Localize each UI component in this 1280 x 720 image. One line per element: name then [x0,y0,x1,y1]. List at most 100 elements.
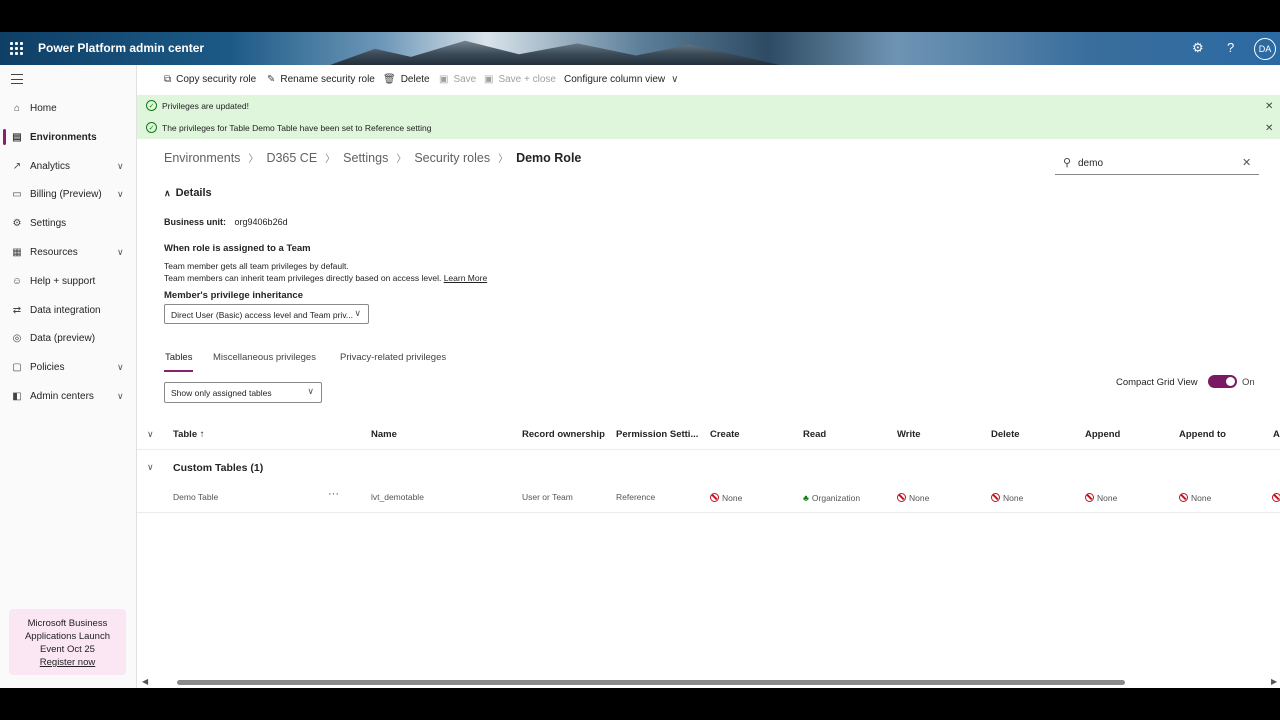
cell-delete[interactable]: None [991,493,1023,503]
breadcrumb-security-roles[interactable]: Security roles [414,151,490,165]
chevron-down-icon: ∨ [117,390,124,401]
cell-assign[interactable] [1272,493,1280,503]
search-input[interactable]: ⚲ demo ✕ [1055,153,1259,175]
save-button[interactable]: ▣ Save [439,74,476,85]
chevron-right-icon: 〉 [325,154,336,165]
chevron-up-icon: ∧ [164,188,171,198]
breadcrumb-environment[interactable]: D365 CE [266,151,317,165]
avatar[interactable]: DA [1254,38,1276,60]
sidebar-item-help-support[interactable]: ☺ Help + support [0,268,137,294]
cell-append[interactable]: None [1085,493,1117,503]
column-header-permission-settings[interactable]: Permission Setti... [616,429,698,440]
chevron-right-icon: 〉 [396,154,407,165]
column-header-name[interactable]: Name [371,429,397,440]
notification-banner: ✓ Privileges are updated! ✕ [137,95,1280,117]
cell-write[interactable]: None [897,493,929,503]
privilege-inheritance-dropdown[interactable]: Direct User (Basic) access level and Tea… [164,304,369,324]
clear-search-icon[interactable]: ✕ [1242,156,1251,169]
cell-read[interactable]: ♣ Organization [803,493,860,503]
button-label: Rename security role [280,74,375,85]
breadcrumb-settings[interactable]: Settings [343,151,388,165]
cell-create[interactable]: None [710,493,742,503]
tab-tables[interactable]: Tables [165,352,192,363]
scrollbar-thumb[interactable] [177,680,1125,685]
column-header-assign[interactable]: As [1273,429,1280,440]
save-close-button[interactable]: ▣ Save + close [484,74,556,85]
team-assignment-heading: When role is assigned to a Team [164,243,311,254]
cell-table[interactable]: Demo Table [173,492,218,502]
configure-column-view-button[interactable]: Configure column view ∨ [564,74,684,85]
gear-icon[interactable]: ⚙ [1192,40,1204,56]
chevron-down-icon: ∨ [307,386,314,396]
tab-miscellaneous-privileges[interactable]: Miscellaneous privileges [213,352,316,363]
hamburger-menu-icon[interactable] [11,74,23,84]
column-header-delete[interactable]: Delete [991,429,1020,440]
compact-grid-toggle[interactable] [1208,375,1237,388]
notification-banner: ✓ The privileges for Table Demo Table ha… [137,117,1280,139]
none-icon [1085,493,1094,502]
table-filter-dropdown[interactable]: Show only assigned tables ∨ [164,382,322,403]
chevron-down-icon[interactable]: ∨ [147,462,154,473]
privilege-level: None [722,493,743,503]
details-toggle[interactable]: ∧ Details [164,187,212,199]
sidebar-item-policies[interactable]: ▢ Policies ∨ [0,354,137,380]
sidebar-item-billing[interactable]: ▭ Billing (Preview) ∨ [0,181,137,207]
cell-record-ownership: User or Team [522,492,573,502]
home-icon: ⌂ [13,102,21,114]
toggle-state-text: On [1242,377,1255,388]
scroll-right-icon[interactable]: ▶ [1271,677,1277,686]
sidebar-item-label: Analytics [30,160,71,172]
chevron-right-icon: 〉 [248,154,259,165]
group-header[interactable]: Custom Tables (1) [173,462,263,474]
horizontal-scrollbar[interactable]: ◀ ▶ [137,676,1280,688]
sidebar-item-data-integration[interactable]: ⇄ Data integration [0,297,137,323]
column-header-table[interactable]: Table ↑ [173,429,205,440]
app-title[interactable]: Power Platform admin center [38,41,204,55]
details-heading: Details [175,187,212,199]
team-info-text: Team member gets all team privileges by … [164,261,349,271]
sidebar-item-environments[interactable]: ▤ Environments [0,124,137,150]
none-icon [991,493,1000,502]
column-header-record-ownership[interactable]: Record ownership [522,429,605,440]
column-header-append-to[interactable]: Append to [1179,429,1226,440]
column-header-read[interactable]: Read [803,429,826,440]
sidebar-item-home[interactable]: ⌂ Home [0,95,137,121]
inheritance-label: Member's privilege inheritance [164,290,304,301]
tab-privacy-related-privileges[interactable]: Privacy-related privileges [340,352,446,363]
scroll-left-icon[interactable]: ◀ [142,677,148,686]
column-header-create[interactable]: Create [710,429,740,440]
sidebar-item-data-preview[interactable]: ◎ Data (preview) [0,325,137,351]
cell-append-to[interactable]: None [1179,493,1211,503]
search-icon: ⚲ [1063,157,1072,169]
collapse-all-icon[interactable]: ∨ [147,429,154,440]
rename-security-role-button[interactable]: ✎ Rename security role [267,74,375,85]
notification-text: Privileges are updated! [162,101,249,111]
button-label: Configure column view [564,74,666,85]
sidebar-item-resources[interactable]: ▦ Resources ∨ [0,239,137,265]
breadcrumb-environments[interactable]: Environments [164,151,240,165]
help-icon[interactable]: ? [1227,40,1234,55]
search-value[interactable]: demo [1078,158,1103,169]
sidebar-item-label: Resources [30,246,78,258]
sidebar-item-analytics[interactable]: ↗ Analytics ∨ [0,153,137,179]
learn-more-link[interactable]: Learn More [444,273,487,283]
save-icon: ▣ [439,74,449,85]
register-now-link[interactable]: Register now [40,657,95,668]
cell-permission-setting[interactable]: Reference [616,492,655,502]
copy-security-role-button[interactable]: ⧉ Copy security role [164,74,256,85]
column-header-append[interactable]: Append [1085,429,1120,440]
app-launcher-icon[interactable] [10,42,23,55]
checkmark-circle-icon: ✓ [146,122,157,133]
sidebar-item-label: Help + support [30,275,96,287]
command-bar: ⧉ Copy security role ✎ Rename security rol… [137,65,1280,95]
chevron-right-icon: 〉 [498,154,509,165]
more-options-icon[interactable]: ··· [328,488,339,500]
sidebar-item-admin-centers[interactable]: ◧ Admin centers ∨ [0,383,137,409]
sidebar-item-label: Home [30,102,57,114]
close-icon[interactable]: ✕ [1265,101,1273,112]
delete-button[interactable]: 🗑 Delete [383,74,430,85]
sidebar-item-settings[interactable]: ⚙ Settings [0,210,137,236]
close-icon[interactable]: ✕ [1265,123,1273,134]
resources-icon: ▦ [12,246,22,258]
column-header-write[interactable]: Write [897,429,921,440]
